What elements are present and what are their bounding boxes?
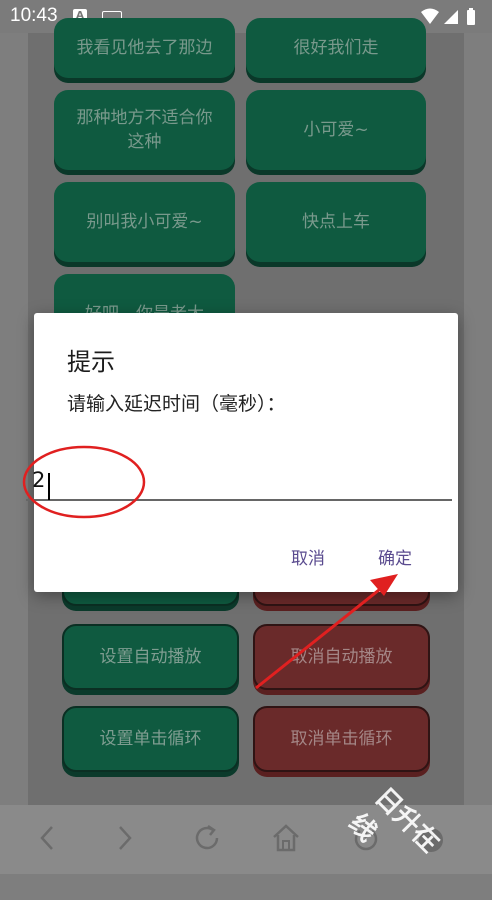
pointer-arrow-icon [255,574,398,690]
refresh-icon[interactable] [192,823,222,853]
back-icon[interactable] [36,823,58,853]
annotation-overlay [22,445,398,690]
highlight-ellipse [22,445,146,519]
forward-icon[interactable] [114,823,136,853]
home-icon[interactable] [271,823,301,853]
